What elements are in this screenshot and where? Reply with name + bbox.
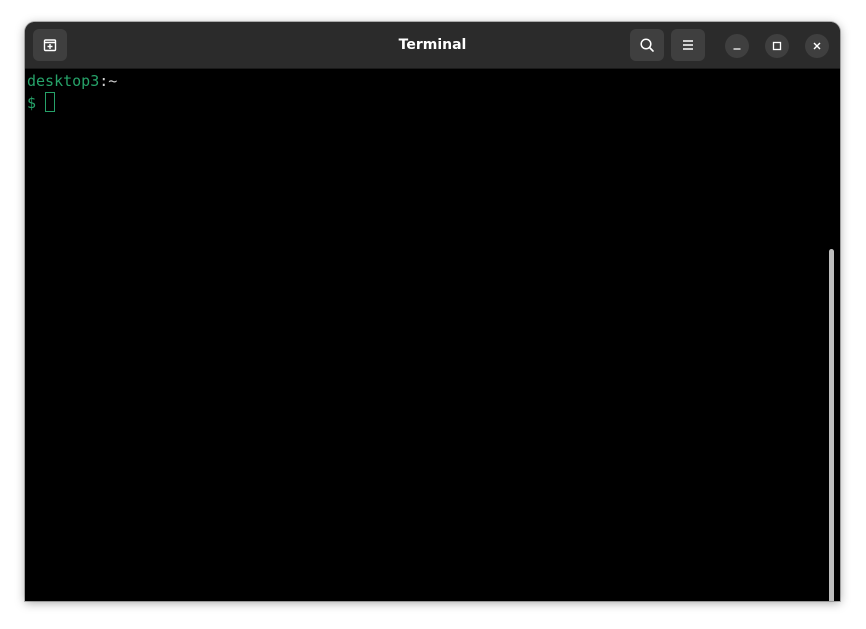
prompt-separator: :: [99, 72, 109, 90]
search-icon: [639, 37, 655, 53]
prompt-host-line: desktop3:~: [27, 70, 117, 92]
search-button[interactable]: [630, 29, 664, 61]
prompt-path: ~: [108, 72, 118, 90]
minimize-button[interactable]: [725, 34, 749, 58]
hamburger-menu-icon: [680, 37, 696, 53]
window-title: Terminal: [398, 37, 467, 53]
menu-button[interactable]: [671, 29, 705, 61]
close-icon: [811, 40, 823, 52]
new-tab-icon: [42, 37, 58, 53]
maximize-icon: [771, 40, 783, 52]
prompt-symbol: $: [27, 94, 37, 112]
prompt-input-line[interactable]: $: [27, 92, 56, 114]
vertical-scrollbar[interactable]: [829, 249, 834, 601]
close-button[interactable]: [805, 34, 829, 58]
new-tab-button[interactable]: [33, 29, 67, 61]
prompt-host: desktop3: [27, 72, 100, 90]
minimize-icon: [731, 40, 743, 52]
text-cursor: [45, 92, 56, 112]
maximize-button[interactable]: [765, 34, 789, 58]
terminal-window: Terminal desktop3:~ $: [25, 22, 840, 601]
terminal-output[interactable]: desktop3:~ $: [25, 69, 840, 601]
titlebar: Terminal: [25, 22, 840, 69]
